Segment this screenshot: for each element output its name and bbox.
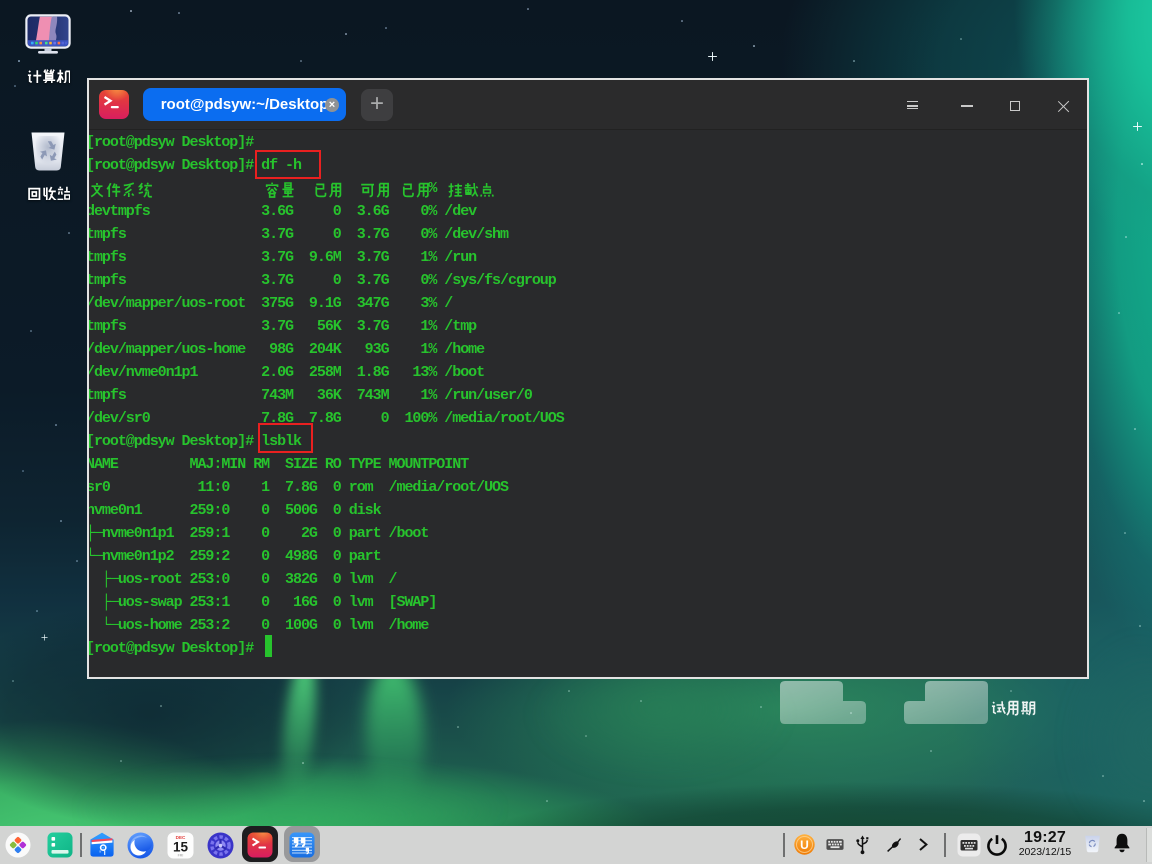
svg-text:FRI: FRI (178, 853, 184, 857)
svg-text:15: 15 (173, 839, 189, 854)
svg-text:U: U (800, 838, 809, 852)
